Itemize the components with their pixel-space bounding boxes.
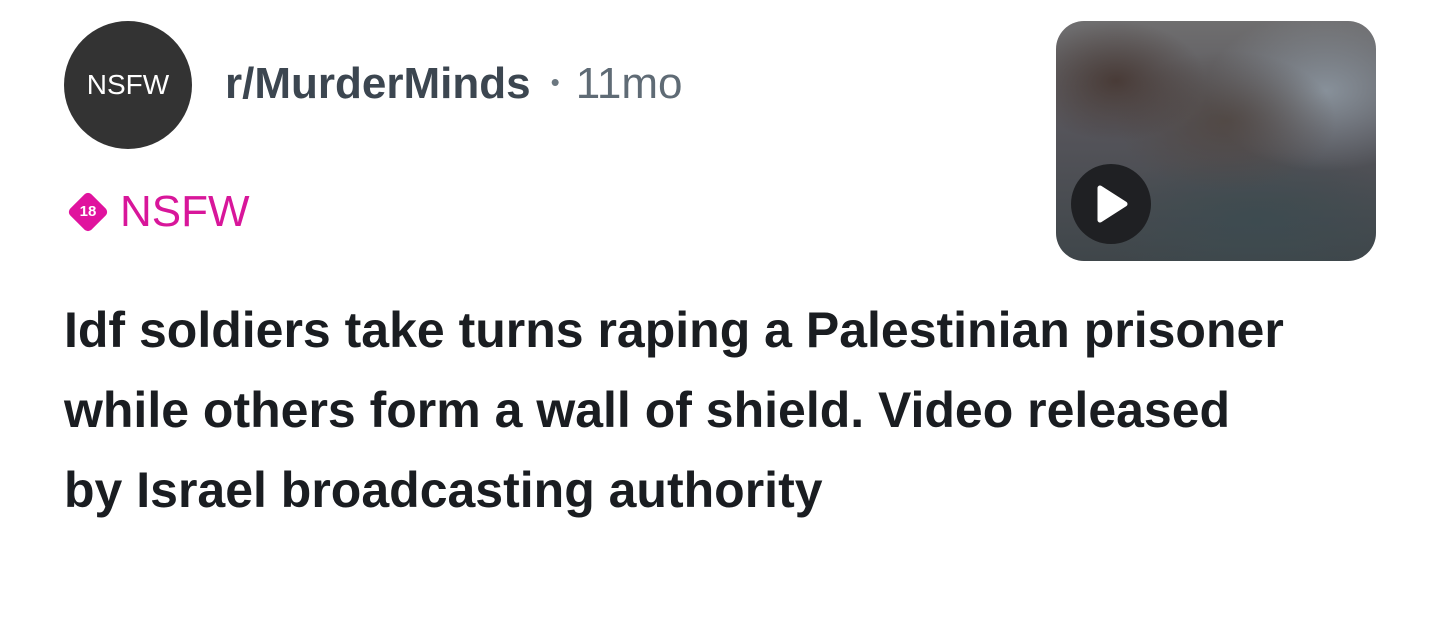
post-age: 11mo xyxy=(575,59,683,108)
post-card[interactable]: NSFW r/MurderMinds • 11mo 18 NSFW Idf so… xyxy=(0,0,1440,639)
play-icon xyxy=(1097,185,1128,223)
nsfw-label: NSFW xyxy=(120,187,250,236)
subreddit-link[interactable]: r/MurderMinds xyxy=(225,59,531,109)
post-meta: r/MurderMinds • 11mo xyxy=(225,56,683,112)
video-thumbnail[interactable] xyxy=(1056,21,1376,261)
post-title[interactable]: Idf soldiers take turns raping a Palesti… xyxy=(64,290,1284,530)
age-18-badge-icon: 18 xyxy=(66,190,110,234)
play-button[interactable] xyxy=(1071,164,1151,244)
nsfw-tag: 18 NSFW xyxy=(66,187,250,236)
avatar-label: NSFW xyxy=(86,69,170,100)
age-badge-number: 18 xyxy=(79,203,97,220)
subreddit-avatar[interactable]: NSFW xyxy=(64,21,192,149)
meta-separator: • xyxy=(550,66,560,97)
